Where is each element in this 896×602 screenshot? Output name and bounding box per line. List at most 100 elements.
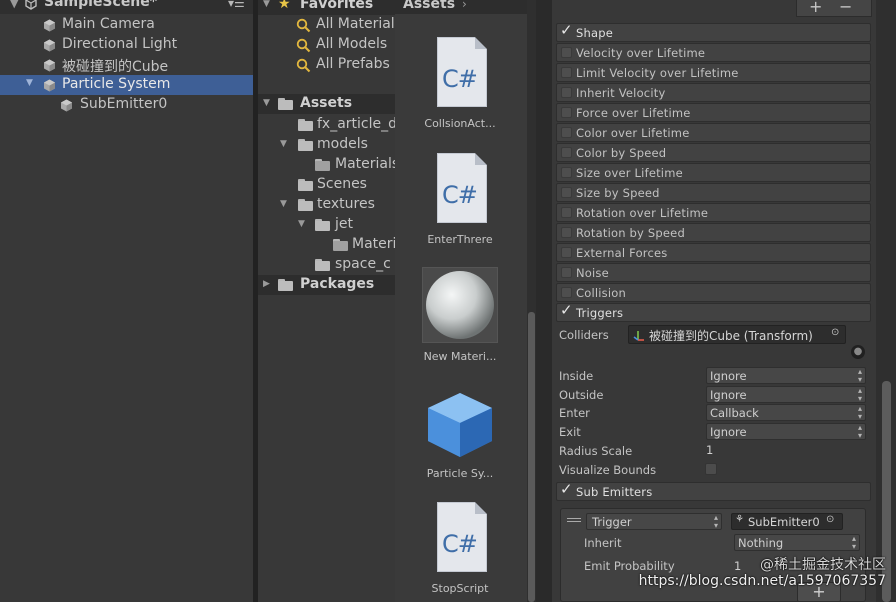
tree-folder-scenes[interactable]: Scenes — [258, 175, 395, 195]
hierarchy-item-directional-light[interactable]: Directional Light — [0, 35, 253, 55]
folder-icon — [278, 279, 293, 291]
hierarchy-item-particle-system[interactable]: ▼ Particle System — [0, 75, 253, 95]
tree-folder-fx-article[interactable]: fx_article_d — [258, 115, 395, 135]
module-checkbox[interactable] — [561, 267, 572, 278]
asset-name: StopScript — [431, 582, 489, 595]
module-rotation-over-lifetime[interactable]: Rotation over Lifetime — [556, 203, 871, 222]
module-checkbox[interactable] — [561, 147, 572, 158]
collapse-arrow-icon[interactable]: ▼ — [263, 0, 270, 9]
checkmark-icon[interactable]: ✓ — [560, 21, 573, 39]
collider-object-field[interactable]: 被碰撞到的Cube (Transform) ⊙ — [628, 325, 846, 344]
inherit-dropdown[interactable]: Nothing ▴ ▾ — [734, 534, 860, 551]
tree-label: Packages — [300, 276, 375, 292]
tree-folder-materials[interactable]: Materials — [258, 155, 395, 175]
module-velocity-over-lifetime[interactable]: Velocity over Lifetime — [556, 43, 871, 62]
star-icon: ★ — [278, 0, 291, 12]
checkmark-icon[interactable]: ✓ — [560, 480, 573, 498]
module-checkbox[interactable] — [561, 207, 572, 218]
module-checkbox[interactable] — [561, 247, 572, 258]
tree-all-prefabs[interactable]: All Prefabs — [258, 55, 395, 75]
tree-packages[interactable]: ▶ Packages — [258, 275, 395, 295]
module-external-forces[interactable]: External Forces — [556, 243, 871, 262]
enter-dropdown[interactable]: Callback ▴ ▾ — [706, 404, 866, 421]
collapse-arrow-icon[interactable]: ▼ — [298, 219, 305, 229]
tree-folder-textures[interactable]: ▼ textures — [258, 195, 395, 215]
csharp-script-icon: C# — [424, 37, 496, 109]
tree-all-models[interactable]: All Models — [258, 35, 395, 55]
list-menu-icon[interactable]: ▾☰ — [228, 0, 245, 10]
dropdown-arrows-icon: ▴ ▾ — [857, 423, 862, 440]
collapse-arrow-icon[interactable]: ▼ — [10, 0, 18, 10]
object-picker-icon[interactable]: ⊙ — [826, 514, 834, 525]
assets-scrollbar[interactable] — [527, 0, 536, 602]
minus-circle-icon[interactable]: ● — [851, 345, 865, 359]
hierarchy-item-cube[interactable]: 被碰撞到的Cube — [0, 55, 253, 75]
project-folder-tree: ▼ ★ Favorites All Materials All Models A… — [258, 0, 395, 602]
expand-arrow-icon[interactable]: ▶ — [263, 279, 270, 289]
object-picker-icon[interactable]: ⊙ — [831, 327, 839, 338]
module-collision[interactable]: Collision — [556, 283, 871, 302]
search-icon — [296, 58, 311, 73]
checkmark-icon[interactable]: ✓ — [560, 301, 573, 319]
tree-all-materials[interactable]: All Materials — [258, 15, 395, 35]
module-limit-velocity[interactable]: Limit Velocity over Lifetime — [556, 63, 871, 82]
module-checkbox[interactable] — [561, 167, 572, 178]
module-checkbox[interactable] — [561, 67, 572, 78]
module-size-by-speed[interactable]: Size by Speed — [556, 183, 871, 202]
module-checkbox[interactable] — [561, 127, 572, 138]
module-checkbox[interactable] — [561, 107, 572, 118]
hierarchy-item-main-camera[interactable]: Main Camera — [0, 15, 253, 35]
module-noise[interactable]: Noise — [556, 263, 871, 282]
module-rotation-by-speed[interactable]: Rotation by Speed — [556, 223, 871, 242]
tree-folder-models[interactable]: ▼ models — [258, 135, 395, 155]
module-checkbox[interactable] — [561, 227, 572, 238]
collapse-arrow-icon[interactable]: ▼ — [263, 98, 270, 108]
tree-folder-jet-materials[interactable]: Materi — [258, 235, 395, 255]
module-color-over-lifetime[interactable]: Color over Lifetime — [556, 123, 871, 142]
exit-dropdown[interactable]: Ignore ▴ ▾ — [706, 423, 866, 440]
emit-probability-value[interactable]: 1 — [734, 559, 741, 573]
module-size-over-lifetime[interactable]: Size over Lifetime — [556, 163, 871, 182]
asset-name: New Materi... — [423, 350, 497, 363]
module-inherit-velocity[interactable]: Inherit Velocity — [556, 83, 871, 102]
inspector-panel: + − ✓ Shape Velocity over Lifetime Limit … — [552, 0, 896, 602]
module-sub-emitters[interactable]: ✓ Sub Emitters — [556, 480, 871, 501]
tree-folder-space[interactable]: space_c — [258, 255, 395, 275]
hierarchy-item-subemitter0[interactable]: SubEmitter0 — [0, 95, 253, 115]
sub-emitter-type-dropdown[interactable]: Trigger ▴ ▾ — [586, 513, 722, 530]
outside-dropdown[interactable]: Ignore ▴ ▾ — [706, 386, 866, 403]
scrollbar-thumb[interactable] — [528, 312, 535, 602]
module-checkbox[interactable] — [561, 187, 572, 198]
asset-name: CollsionAct... — [424, 117, 496, 130]
add-button[interactable]: + — [809, 0, 822, 16]
module-triggers[interactable]: ✓ Triggers — [556, 301, 871, 322]
expand-arrow-icon[interactable]: ▼ — [26, 78, 33, 88]
sub-emitter-object-field[interactable]: ⚘ SubEmitter0 ⊙ — [731, 513, 843, 530]
inside-dropdown[interactable]: Ignore ▴ ▾ — [706, 367, 866, 384]
drag-handle-icon[interactable] — [567, 518, 581, 519]
radius-scale-field[interactable]: 1 — [703, 442, 866, 459]
tree-folder-jet[interactable]: ▼ jet — [258, 215, 395, 235]
panel-divider[interactable] — [536, 0, 552, 602]
breadcrumb-assets[interactable]: Assets — [403, 0, 455, 12]
folder-icon — [298, 119, 313, 131]
module-label: Size over Lifetime — [576, 166, 683, 180]
module-force-over-lifetime[interactable]: Force over Lifetime — [556, 103, 871, 122]
module-checkbox[interactable] — [561, 47, 572, 58]
module-checkbox[interactable] — [561, 287, 572, 298]
collapse-arrow-icon[interactable]: ▼ — [280, 139, 287, 149]
scene-header[interactable]: ▼ SampleScene* ▾☰ — [0, 0, 253, 14]
inspector-scrollbar[interactable] — [876, 0, 896, 602]
tree-assets[interactable]: ▼ Assets — [258, 94, 395, 114]
module-color-by-speed[interactable]: Color by Speed — [556, 143, 871, 162]
collapse-arrow-icon[interactable]: ▼ — [280, 199, 287, 209]
hierarchy-item-label: SubEmitter0 — [80, 96, 168, 112]
remove-button[interactable]: − — [839, 0, 852, 16]
tree-label: All Models — [316, 36, 388, 52]
visualize-bounds-checkbox[interactable] — [705, 463, 717, 475]
module-label: Color by Speed — [576, 146, 667, 160]
tree-favorites[interactable]: ▼ ★ Favorites — [258, 0, 395, 15]
module-checkbox[interactable] — [561, 87, 572, 98]
module-shape[interactable]: ✓ Shape — [556, 21, 871, 42]
watermark-url: https://blog.csdn.net/a1597067357 — [638, 573, 886, 589]
